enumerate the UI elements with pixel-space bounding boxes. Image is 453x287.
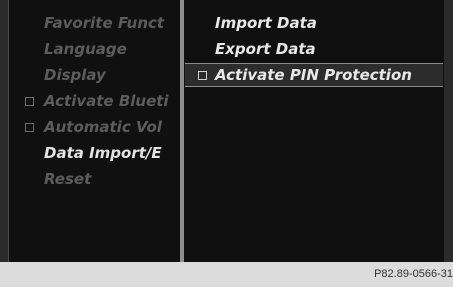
- menu-item-label: Language: [44, 40, 127, 58]
- screen-bezel-right: [444, 0, 453, 262]
- checkbox-icon[interactable]: [198, 71, 207, 80]
- submenu-item-label: Activate PIN Protection: [215, 66, 412, 84]
- data-import-export-submenu: Import Data Export Data Activate PIN Pro…: [185, 10, 443, 87]
- checkbox-icon: [25, 97, 34, 106]
- figure-reference-code: P82.89-0566-31: [374, 268, 453, 280]
- menu-item-reset[interactable]: Reset: [9, 166, 180, 192]
- submenu-item-export-data[interactable]: Export Data: [185, 36, 443, 62]
- submenu-item-import-data[interactable]: Import Data: [185, 10, 443, 36]
- menu-item-label: Reset: [44, 170, 92, 188]
- menu-item-label: Display: [44, 66, 106, 84]
- submenu-item-label: Import Data: [215, 14, 317, 32]
- menu-item-automatic-volume[interactable]: Automatic Vol: [9, 114, 180, 140]
- menu-item-display[interactable]: Display: [9, 62, 180, 88]
- submenu-item-activate-pin-protection[interactable]: Activate PIN Protection: [185, 63, 443, 87]
- menu-item-favorite-functions[interactable]: Favorite Funct: [9, 10, 180, 36]
- menu-divider: [180, 0, 184, 262]
- head-unit-screen: Favorite Funct Language Display Activate…: [0, 0, 453, 262]
- menu-item-label: Activate Blueti: [44, 92, 169, 110]
- figure-caption-bar: P82.89-0566-31: [0, 262, 453, 287]
- checkbox-icon: [25, 123, 34, 132]
- screen-bezel-left: [0, 0, 8, 262]
- menu-item-data-import-export[interactable]: Data Import/E: [9, 140, 180, 166]
- submenu-item-label: Export Data: [215, 40, 316, 58]
- menu-item-label: Data Import/E: [44, 144, 162, 162]
- display-screenshot: Favorite Funct Language Display Activate…: [0, 0, 453, 287]
- settings-category-menu: Favorite Funct Language Display Activate…: [9, 10, 180, 192]
- menu-item-language[interactable]: Language: [9, 36, 180, 62]
- menu-item-activate-bluetooth[interactable]: Activate Blueti: [9, 88, 180, 114]
- menu-item-label: Favorite Funct: [44, 14, 165, 32]
- menu-item-label: Automatic Vol: [44, 118, 162, 136]
